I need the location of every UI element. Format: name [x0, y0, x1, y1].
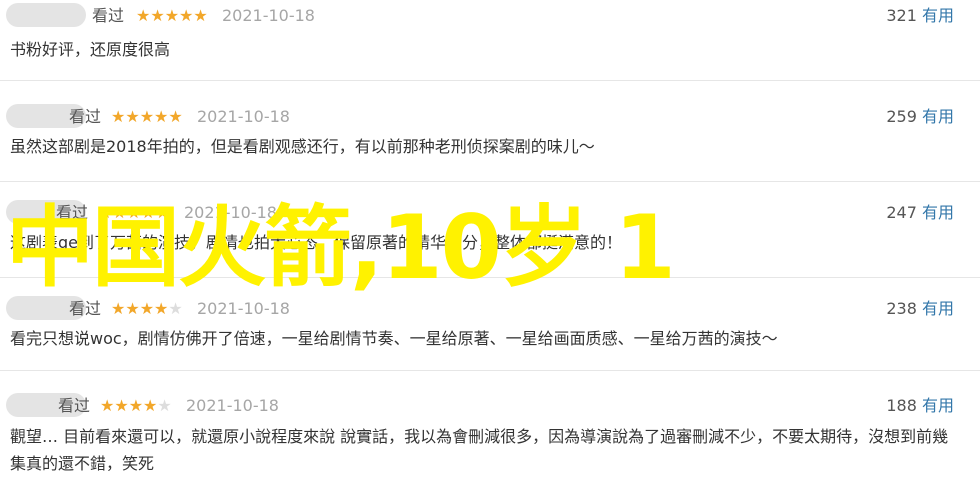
- star-filled-icon: ★: [139, 107, 155, 126]
- review-item: 看过 ★★★★★ 2021-10-18 259 有用 虽然这部剧是2018年拍的…: [0, 101, 980, 182]
- vote-count: 188: [886, 396, 917, 415]
- useful-button[interactable]: 有用: [922, 203, 954, 222]
- avatar[interactable]: [6, 3, 86, 27]
- watch-status: 看过: [92, 6, 125, 25]
- vote-count: 238: [886, 299, 917, 318]
- useful-button[interactable]: 有用: [922, 299, 954, 318]
- star-filled-icon: ★: [179, 6, 194, 25]
- star-filled-icon: ★: [114, 396, 129, 415]
- star-filled-icon: ★: [168, 107, 183, 126]
- useful-vote[interactable]: 247 有用: [886, 203, 954, 223]
- star-empty-icon: ★: [168, 299, 183, 318]
- star-filled-icon: ★: [125, 107, 140, 126]
- star-filled-icon: ★: [193, 6, 208, 25]
- star-filled-icon: ★: [154, 107, 169, 126]
- review-text: 书粉好评，还原度很高: [10, 40, 171, 59]
- useful-vote[interactable]: 259 有用: [886, 107, 954, 127]
- star-filled-icon: ★: [111, 299, 126, 318]
- review-date: 2021-10-18: [186, 396, 279, 415]
- star-filled-icon: ★: [139, 299, 155, 318]
- star-filled-icon: ★: [125, 299, 140, 318]
- watch-status: 看过: [69, 299, 102, 318]
- review-text: 虽然这部剧是2018年拍的，但是看剧观感还行，有以前那种老刑侦探案剧的味儿～: [10, 137, 595, 156]
- review-item: 看过 ★★★★★ 2021-10-18 321 有用 书粉好评，还原度很高: [0, 0, 980, 81]
- watch-status: 看过: [69, 107, 102, 126]
- useful-vote[interactable]: 238 有用: [886, 299, 954, 319]
- useful-button[interactable]: 有用: [922, 396, 954, 415]
- watch-status: 看过: [58, 396, 91, 415]
- review-meta: 看过 ★★★★★ 2021-10-18 188 有用: [0, 390, 980, 420]
- vote-count: 259: [886, 107, 917, 126]
- overlay-caption: 中国火箭,10岁 1: [6, 196, 676, 299]
- review-date: 2021-10-18: [197, 107, 290, 126]
- star-filled-icon: ★: [128, 396, 144, 415]
- review-text: 觀望… 目前看來還可以，就還原小說程度來說 說實話，我以為會刪減很多，因為導演說…: [10, 427, 949, 473]
- star-filled-icon: ★: [111, 107, 126, 126]
- useful-button[interactable]: 有用: [922, 107, 954, 126]
- rating-stars: ★★★★★: [111, 299, 183, 319]
- review-item: 看过 ★★★★★ 2021-10-18 188 有用 觀望… 目前看來還可以，就…: [0, 390, 980, 482]
- star-filled-icon: ★: [164, 6, 180, 25]
- star-filled-icon: ★: [100, 396, 115, 415]
- review-meta: 看过 ★★★★★ 2021-10-18 321 有用: [0, 0, 980, 30]
- vote-count: 321: [886, 6, 917, 25]
- useful-vote[interactable]: 321 有用: [886, 6, 954, 26]
- star-filled-icon: ★: [150, 6, 165, 25]
- review-date: 2021-10-18: [197, 299, 290, 318]
- vote-count: 247: [886, 203, 917, 222]
- star-filled-icon: ★: [143, 396, 158, 415]
- useful-vote[interactable]: 188 有用: [886, 396, 954, 416]
- review-text: 看完只想说woc，剧情仿佛开了倍速，一星给剧情节奏、一星给原著、一星给画面质感、…: [10, 329, 778, 348]
- useful-button[interactable]: 有用: [922, 6, 954, 25]
- star-filled-icon: ★: [154, 299, 169, 318]
- rating-stars: ★★★★★: [100, 396, 172, 416]
- review-date: 2021-10-18: [222, 6, 315, 25]
- star-filled-icon: ★: [136, 6, 151, 25]
- star-empty-icon: ★: [157, 396, 172, 415]
- rating-stars: ★★★★★: [111, 107, 183, 127]
- review-meta: 看过 ★★★★★ 2021-10-18 259 有用: [0, 101, 980, 131]
- rating-stars: ★★★★★: [136, 6, 208, 26]
- review-item: 看过 ★★★★★ 2021-10-18 238 有用 看完只想说woc，剧情仿佛…: [0, 293, 980, 371]
